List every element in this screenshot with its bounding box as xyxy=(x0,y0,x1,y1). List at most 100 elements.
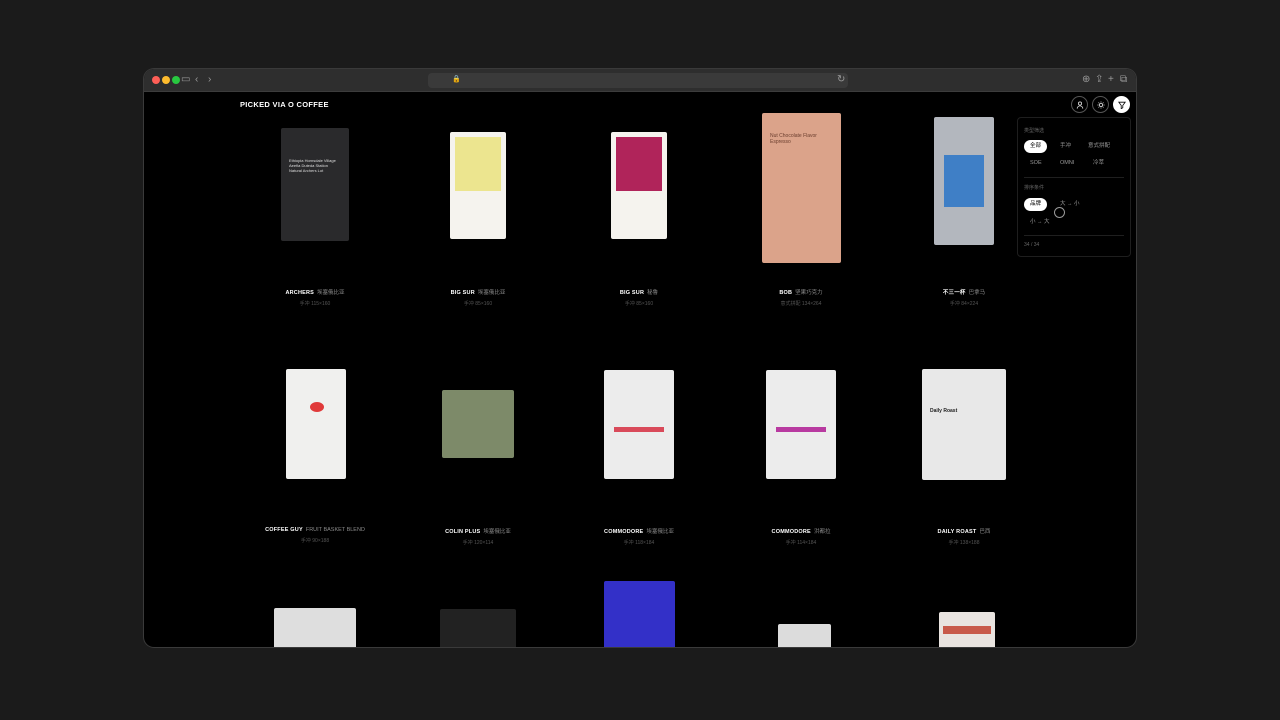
product-caption[interactable]: COFFEE GUY FRUIT BASKET BLEND 手冲 90×188 xyxy=(235,527,395,544)
product-type: 手冲 xyxy=(624,301,635,307)
product-type: 手冲 xyxy=(785,540,796,546)
product-size: 118×184 xyxy=(635,540,655,546)
account-button[interactable] xyxy=(1071,96,1088,113)
product-size: 115×160 xyxy=(311,301,331,307)
product-meta-line: 手冲 115×160 xyxy=(235,300,395,307)
zoom-window-button[interactable] xyxy=(172,76,180,84)
product-type: 手冲 xyxy=(300,538,311,544)
product-caption[interactable]: BIG SUR 埃塞俄比亚 手冲 85×160 xyxy=(398,288,558,307)
product-caption[interactable]: ARCHERS 埃塞俄比亚 手冲 115×160 xyxy=(235,288,395,307)
product-brand: COLIN PLUS xyxy=(445,529,481,535)
product-brand: DAILY ROAST xyxy=(937,529,977,535)
product-caption[interactable]: 不三一杯 巴拿马 手冲 84×224 xyxy=(884,288,1044,307)
product-brand: COMMODORE xyxy=(604,529,644,535)
bag-print-text: Nut Chocolate Flavor Espresso xyxy=(770,133,817,145)
product-caption[interactable]: COMMODORE 洪都拉手冲 114×184 xyxy=(721,527,881,546)
product-caption[interactable]: COLIN PLUS 埃塞俄比亚手冲 120×114 xyxy=(398,527,558,546)
product-caption[interactable]: BOB 坚果巧克力 意式拼配 134×264 xyxy=(721,288,881,307)
site-title[interactable]: PICKED VIA O COFFEE xyxy=(240,100,329,109)
product-name: 坚果巧克力 xyxy=(795,290,823,296)
product-bag-image[interactable] xyxy=(934,117,994,245)
product-bag-image[interactable] xyxy=(604,370,674,479)
product-name: FRUIT BASKET BLEND xyxy=(305,527,365,533)
tab-overview-icon[interactable]: ⧉ xyxy=(1120,74,1127,86)
sort-label: 排序条件 xyxy=(1024,185,1045,191)
product-bag-image[interactable]: Ethiopia Hornsdale Village Aeefia Duteda… xyxy=(281,128,349,241)
type-option-espresso-blend[interactable]: 意式拼配 xyxy=(1082,140,1116,153)
product-bag-image[interactable] xyxy=(286,369,346,479)
bag-label-accent xyxy=(310,402,324,412)
product-bag-image[interactable] xyxy=(440,609,516,647)
product-title-line: BIG SUR 秘鲁 xyxy=(559,288,719,296)
product-caption[interactable]: DAILY ROAST 巴西手冲 138×188 xyxy=(884,527,1044,546)
sort-option-small-to-large[interactable]: 小 → 大 xyxy=(1024,216,1056,229)
product-name: 洪都拉 xyxy=(813,529,831,535)
product-name: 秘鲁 xyxy=(647,290,659,296)
bag-label-accent xyxy=(614,426,664,432)
lock-icon: 🔒 xyxy=(452,76,461,83)
product-size: 138×188 xyxy=(959,540,980,546)
product-bag-image[interactable] xyxy=(611,132,667,239)
product-size: 84×224 xyxy=(961,301,979,307)
share-icon[interactable]: ⇪ xyxy=(1095,74,1103,86)
product-caption[interactable]: COMMODORE 埃塞俄比亚 手冲 118×184 xyxy=(559,527,719,546)
product-size: 85×160 xyxy=(475,301,493,307)
bag-label-accent xyxy=(776,426,826,432)
product-name: 埃塞俄比亚 xyxy=(483,529,511,535)
product-title-line: BOB 坚果巧克力 xyxy=(721,288,881,296)
sun-icon xyxy=(1096,100,1105,109)
product-bag-image[interactable]: Daily Roast xyxy=(922,369,1006,480)
bag-label-accent xyxy=(943,626,991,634)
address-bar[interactable] xyxy=(428,73,848,88)
filter-button[interactable] xyxy=(1113,96,1130,113)
product-bag-image[interactable] xyxy=(274,608,356,647)
product-title-line: 不三一杯 巴拿马 xyxy=(884,288,1044,296)
product-type: 手冲 xyxy=(948,540,959,546)
product-type: 手冲 xyxy=(462,540,473,546)
sort-option-brand[interactable]: 品牌 xyxy=(1024,198,1048,211)
theme-toggle-button[interactable] xyxy=(1092,96,1109,113)
new-tab-icon[interactable]: + xyxy=(1108,74,1114,86)
product-type: 手冲 xyxy=(299,301,310,307)
product-meta-line: 手冲 90×188 xyxy=(235,537,395,544)
close-window-button[interactable] xyxy=(152,76,160,84)
product-type: 手冲 xyxy=(463,301,474,307)
product-bag-image[interactable] xyxy=(604,581,675,647)
product-bag-image[interactable] xyxy=(766,370,836,479)
product-brand: COMMODORE xyxy=(771,529,811,535)
sidebar-icon[interactable]: ▭ xyxy=(181,74,190,86)
product-type: 手冲 xyxy=(623,540,634,546)
product-size: 114×184 xyxy=(797,540,817,546)
type-option-omni[interactable]: OMNI xyxy=(1054,157,1080,170)
product-title-line: COMMODORE 洪都拉 xyxy=(721,527,881,535)
product-brand: 不三一杯 xyxy=(942,290,966,296)
browser-window: ▭ ‹ › ◐ 🔒 ↻ ⊕ ⇪ + ⧉ PICKED VIA O COFFEE … xyxy=(144,69,1136,647)
result-count: 34 / 34 xyxy=(1024,242,1040,248)
product-meta-line: 手冲 84×224 xyxy=(884,300,1044,307)
forward-icon[interactable]: › xyxy=(208,74,211,86)
product-name: 巴西 xyxy=(979,529,991,535)
type-option-soe[interactable]: SOE xyxy=(1024,157,1048,170)
product-size: 90×188 xyxy=(312,538,330,544)
product-caption[interactable]: BIG SUR 秘鲁 手冲 85×160 xyxy=(559,288,719,307)
filter-panel: 类型筛选 全部 手冲 意式拼配 SOE OMNI 冷萃 排序条件 品牌 大 → … xyxy=(1017,117,1131,257)
bag-label-accent xyxy=(616,137,662,191)
product-bag-image[interactable] xyxy=(450,132,506,239)
back-icon[interactable]: ‹ xyxy=(195,74,198,86)
product-meta-line: 手冲 85×160 xyxy=(398,300,558,307)
translate-icon[interactable]: ⊕ xyxy=(1082,74,1090,86)
product-bag-image[interactable] xyxy=(939,612,995,647)
product-size: 120×114 xyxy=(474,540,494,546)
product-title-line: COFFEE GUY FRUIT BASKET BLEND xyxy=(235,527,395,533)
panel-divider xyxy=(1024,177,1124,178)
type-option-pourover[interactable]: 手冲 xyxy=(1054,140,1077,153)
type-option-all[interactable]: 全部 xyxy=(1024,140,1048,153)
type-option-coldbrew[interactable]: 冷萃 xyxy=(1087,157,1110,170)
product-meta-line: 意式拼配 134×264 xyxy=(721,300,881,307)
reload-icon[interactable]: ↻ xyxy=(837,74,845,86)
product-bag-image[interactable] xyxy=(442,390,514,458)
product-bag-image[interactable]: Nut Chocolate Flavor Espresso xyxy=(762,113,841,263)
user-icon xyxy=(1076,101,1083,109)
minimize-window-button[interactable] xyxy=(162,76,170,84)
product-bag-image[interactable] xyxy=(778,624,831,647)
